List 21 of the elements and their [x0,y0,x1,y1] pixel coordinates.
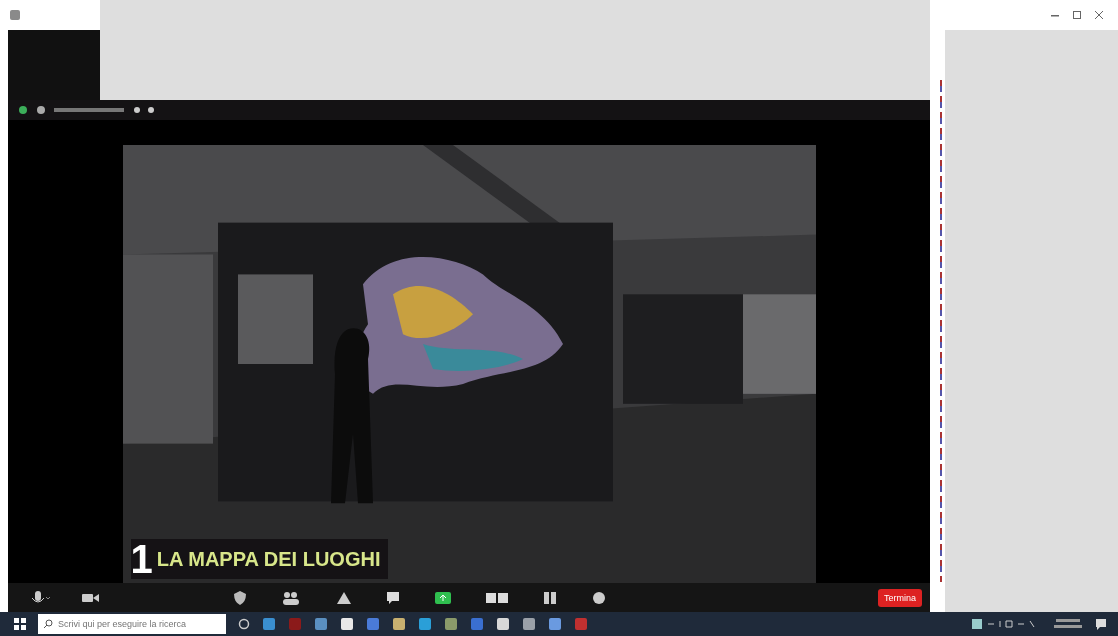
app-icon[interactable] [340,617,354,631]
app-icon[interactable] [418,617,432,631]
app-icon[interactable] [392,617,406,631]
grid-icon[interactable] [542,589,558,606]
close-icon[interactable] [1094,10,1104,20]
notification-icon[interactable] [1094,617,1108,631]
end-meeting-button[interactable]: Termina [878,588,922,607]
app-icon[interactable] [444,617,458,631]
search-field[interactable]: Scrivi qui per eseguire la ricerca [38,614,226,634]
share-screen-icon[interactable] [434,589,452,606]
windows-start-icon[interactable] [14,618,26,630]
slide-title: LA MAPPA DEI LUOGHI [156,547,381,571]
maximize-icon[interactable] [1072,10,1082,20]
speaker-label [54,108,124,112]
app-icon[interactable] [522,617,536,631]
circle-icon[interactable] [238,618,250,630]
slide-number: 1 [130,539,153,579]
app-icon [10,10,20,20]
app-icon[interactable] [548,617,562,631]
chat-icon[interactable] [385,589,401,606]
app-icon[interactable] [496,617,510,631]
